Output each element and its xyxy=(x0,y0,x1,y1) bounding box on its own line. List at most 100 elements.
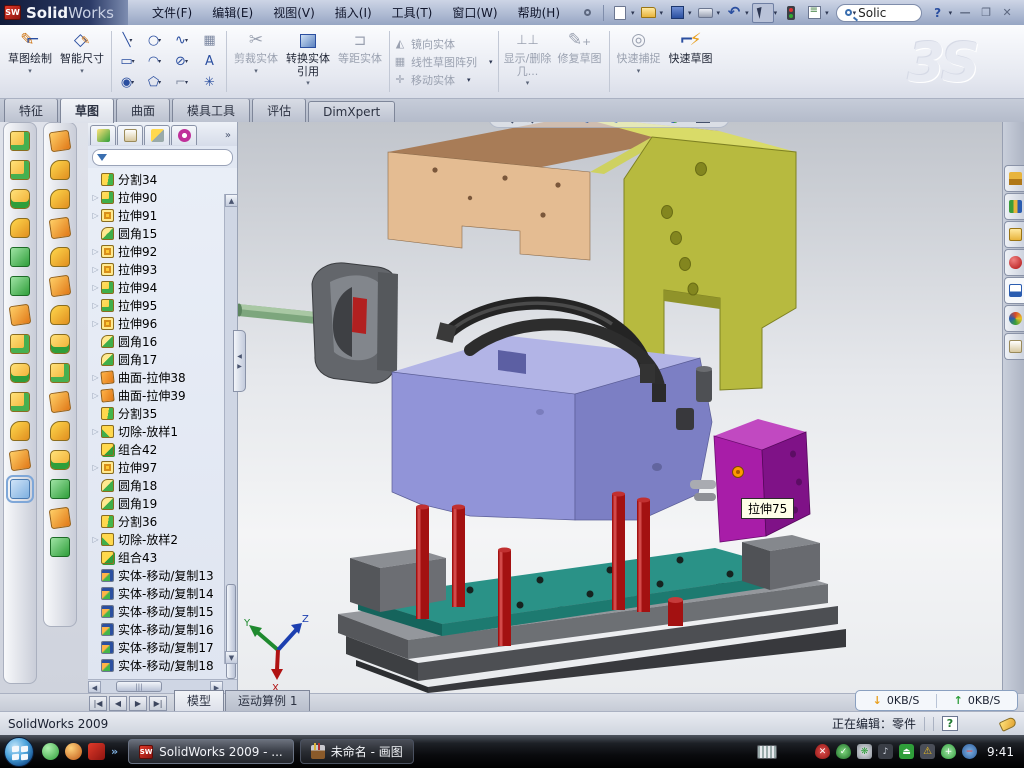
parting-surface-icon[interactable] xyxy=(49,391,72,414)
tree-item-extrude97[interactable]: ▷拉伸97 xyxy=(90,458,237,476)
tree-item-movecopy13[interactable]: 实体-移动/复制13 xyxy=(90,566,237,584)
network-warning-tray-icon[interactable]: ⚠ xyxy=(920,744,935,759)
view-palette-tab[interactable] xyxy=(1004,277,1024,304)
messenger-quicklaunch-icon[interactable] xyxy=(42,743,59,760)
search-dropdown-icon[interactable]: ▾ xyxy=(853,9,857,17)
taskbar-clock[interactable]: 9:41 xyxy=(987,745,1014,759)
tree-item-fillet16[interactable]: 圆角16 xyxy=(90,332,237,350)
start-button[interactable] xyxy=(4,737,34,767)
boss-cube-icon[interactable] xyxy=(10,247,30,267)
tab-sketch[interactable]: 草图 xyxy=(60,98,114,123)
tree-item-combine43[interactable]: 组合43 xyxy=(90,548,237,566)
tree-item-movecopy14[interactable]: 实体-移动/复制14 xyxy=(90,584,237,602)
prev-tab-button[interactable]: ◀ xyxy=(109,696,127,711)
panel-splitter-handle[interactable]: ◀▶ xyxy=(233,330,246,392)
offset-surface-icon[interactable] xyxy=(50,305,70,325)
part-gray-clamp[interactable] xyxy=(312,263,398,383)
spline-tool-green-icon[interactable] xyxy=(50,537,70,557)
quick-tips-icon[interactable]: ? xyxy=(942,716,958,731)
language-bar-keyboard-icon[interactable] xyxy=(757,745,777,759)
expand-arrow[interactable]: ▷ xyxy=(90,373,101,382)
polygon-tool-icon[interactable]: ⬠▾ xyxy=(142,72,169,93)
undo-icon[interactable]: ↶ xyxy=(723,3,745,23)
design-library-tab[interactable] xyxy=(1004,193,1024,220)
tree-item-extrude94[interactable]: ▷拉伸94 xyxy=(90,278,237,296)
point-tool-icon[interactable]: ✳ xyxy=(196,72,223,93)
menu-tools[interactable]: 工具(T) xyxy=(382,1,443,24)
cavity-icon[interactable] xyxy=(50,479,70,499)
tree-item-cutloft1[interactable]: ▷切除-放样1 xyxy=(90,422,237,440)
spline-tool-icon[interactable]: ∿▾ xyxy=(169,30,196,51)
curve-tool-icon[interactable] xyxy=(9,449,32,472)
mirror-entities-button[interactable]: ◭镜向实体 xyxy=(393,36,495,52)
expand-arrow[interactable]: ▷ xyxy=(90,319,101,328)
messenger-status-tray-icon[interactable]: − xyxy=(962,744,977,759)
pattern-icon[interactable] xyxy=(10,334,30,354)
tree-item-fillet18[interactable]: 圆角18 xyxy=(90,476,237,494)
open-document-icon[interactable] xyxy=(638,3,660,23)
split-tool-icon[interactable] xyxy=(10,392,30,412)
tree-item-split36[interactable]: 分割36 xyxy=(90,512,237,530)
revolved-surface-icon[interactable] xyxy=(50,160,70,180)
tree-item-split34[interactable]: 分割34 xyxy=(90,170,237,188)
swept-boss-icon[interactable] xyxy=(10,218,30,238)
expand-arrow[interactable]: ▷ xyxy=(90,211,101,220)
offset-entities-button[interactable]: ⊐ 等距实体 xyxy=(334,27,386,96)
sketch-fillet-icon[interactable]: ⌐▾ xyxy=(169,72,196,93)
dimxpertmanager-tab[interactable] xyxy=(171,125,197,145)
extruded-cut-icon[interactable] xyxy=(10,160,30,180)
solidworks-resources-tab[interactable] xyxy=(1004,165,1024,192)
custom-properties-tab[interactable] xyxy=(1004,333,1024,360)
menu-window[interactable]: 窗口(W) xyxy=(442,1,507,24)
configurationmanager-tab[interactable] xyxy=(144,125,170,145)
tree-item-movecopy16[interactable]: 实体-移动/复制16 xyxy=(90,620,237,638)
search-input[interactable]: Solic xyxy=(858,6,886,20)
expand-arrow[interactable]: ▷ xyxy=(90,535,101,544)
rectangle-tool-icon[interactable]: ▭▾ xyxy=(115,51,142,72)
menu-help[interactable]: 帮助(H) xyxy=(508,1,570,24)
expand-arrow[interactable]: ▷ xyxy=(90,463,101,472)
help-icon[interactable]: ? xyxy=(927,3,949,23)
tree-item-extrude91[interactable]: ▷拉伸91 xyxy=(90,206,237,224)
panel-chevron-icon[interactable]: » xyxy=(225,130,235,141)
search-results-tab[interactable] xyxy=(1004,249,1024,276)
volume-tray-icon[interactable]: ♪ xyxy=(878,744,893,759)
tree-item-extrude96[interactable]: ▷拉伸96 xyxy=(90,314,237,332)
tree-filter-input[interactable] xyxy=(92,149,233,166)
save-icon[interactable] xyxy=(666,3,688,23)
print-icon[interactable] xyxy=(695,3,717,23)
ellipse-tool-icon[interactable]: ⊘▾ xyxy=(169,51,196,72)
tree-item-surfextrude38[interactable]: ▷曲面-拉伸38 xyxy=(90,368,237,386)
tree-item-fillet19[interactable]: 圆角19 xyxy=(90,494,237,512)
rebuild-icon[interactable] xyxy=(780,3,802,23)
convert-entities-button[interactable]: 转换实体引用 ▾ xyxy=(282,27,334,96)
tree-item-split35[interactable]: 分割35 xyxy=(90,404,237,422)
tab-dimxpert[interactable]: DimXpert xyxy=(308,101,395,122)
tab-features[interactable]: 特征 xyxy=(4,98,58,122)
expand-arrow[interactable]: ▷ xyxy=(90,247,101,256)
quick-snaps-button[interactable]: ◎ 快速捕捉 ▾ xyxy=(613,27,665,96)
appearances-tab[interactable] xyxy=(1004,305,1024,332)
trim-entities-button[interactable]: ✂ 剪裁实体 ▾ xyxy=(230,27,282,96)
taskbar-paint-button[interactable]: 未命名 - 画图 xyxy=(300,739,414,764)
swept-surface-icon[interactable] xyxy=(49,130,72,153)
tree-vertical-scrollbar[interactable]: ▲ ▼ xyxy=(224,194,237,664)
tree-item-extrude92[interactable]: ▷拉伸92 xyxy=(90,242,237,260)
tree-item-movecopy17[interactable]: 实体-移动/复制17 xyxy=(90,638,237,656)
hole-wizard-icon[interactable] xyxy=(9,304,32,327)
filled-surface-icon[interactable] xyxy=(49,217,72,240)
search-box[interactable]: ▾ Solic xyxy=(836,4,922,22)
taskbar-solidworks-button[interactable]: SW SolidWorks 2009 - ... xyxy=(128,739,294,764)
display-relations-button[interactable]: ⊥⊥ 显示/删除几... ▾ xyxy=(502,27,554,96)
pin-toolbar-icon[interactable] xyxy=(576,3,598,23)
scroll-left-icon[interactable]: ◀ xyxy=(88,681,101,693)
first-tab-button[interactable]: |◀ xyxy=(89,696,107,711)
part-magenta-insert[interactable] xyxy=(714,419,810,542)
selection-box-icon[interactable]: ▦ xyxy=(196,30,223,51)
tab-surfaces[interactable]: 曲面 xyxy=(116,98,170,122)
tab-mold-tools[interactable]: 模具工具 xyxy=(172,98,250,122)
trim-surface-icon[interactable] xyxy=(50,189,70,209)
new-document-icon[interactable] xyxy=(609,3,631,23)
file-explorer-tab[interactable] xyxy=(1004,221,1024,248)
rapid-sketch-button[interactable]: ⌐⚡ 快速草图 xyxy=(665,27,717,96)
